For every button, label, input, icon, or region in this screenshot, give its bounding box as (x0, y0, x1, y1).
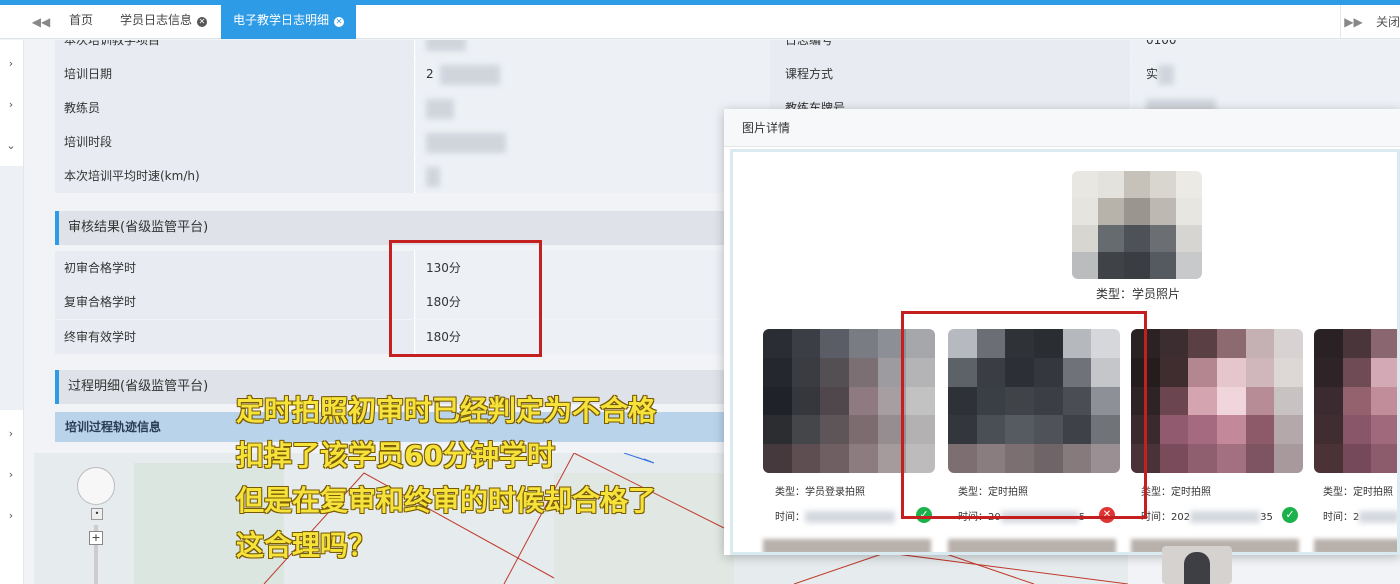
row-label: 日志编号 (770, 40, 1130, 57)
chevron-right-icon[interactable]: › (4, 468, 18, 482)
student-photo-label: 类型：学员照片 (1095, 287, 1180, 301)
tab-student-log[interactable]: 学员日志信息 ✕ (108, 5, 219, 39)
row-label: 初审合格学时 (55, 251, 415, 285)
capture-thumb-next-row (763, 539, 931, 552)
chevron-right-icon[interactable]: › (4, 98, 18, 112)
check-circle-icon: ✓ (1282, 507, 1298, 523)
capture-type: 类型：定时拍照 (1141, 487, 1211, 498)
tab-home[interactable]: 首页 (57, 5, 105, 39)
row-value (416, 159, 770, 193)
row-label: 培训日期 (55, 57, 415, 91)
tab-home-label: 首页 (69, 13, 94, 27)
highlight-box-timed-photo (901, 311, 1147, 519)
row-label: 教练员 (55, 91, 415, 125)
capture-time-suffix: 35 (1260, 512, 1273, 523)
annotation-line-1: 定时拍照初审时已经判定为不合格 (236, 394, 657, 427)
highlight-box-audit (389, 240, 542, 357)
pixelated-photo (1072, 171, 1202, 279)
annotation-line-3: 但是在复审和终审的时候却合格了 (236, 484, 657, 517)
row-label: 课程方式 (770, 57, 1130, 91)
value-text: 2 (426, 67, 434, 81)
annotation-line-2: 扣掉了该学员60分钟学时 (236, 439, 555, 472)
capture-time-text: 时间：202 (1141, 512, 1191, 523)
capture-time: 时间： (775, 508, 895, 523)
blurred-value (426, 98, 454, 119)
pixelated-photo (1131, 329, 1303, 473)
tab-scroll-left-icon[interactable]: ◀◀ (28, 5, 54, 39)
chevron-right-icon[interactable]: › (4, 509, 18, 523)
modal-title: 图片详情 (724, 109, 1400, 147)
blurred-value (426, 166, 440, 187)
student-photo[interactable] (1072, 171, 1202, 279)
row-label: 培训时段 (55, 125, 415, 159)
row-label: 本次培训教学项目 (55, 40, 415, 57)
capture-thumb[interactable] (1314, 329, 1397, 473)
tab-scroll-right-icon[interactable]: ▶▶ (1340, 5, 1366, 39)
chevron-down-icon[interactable]: ⌄ (4, 139, 18, 153)
capture-type: 类型：定时拍照 (1323, 487, 1393, 498)
row-label: 本次培训平均时速(km/h) (55, 159, 415, 193)
map-compass-control[interactable] (77, 467, 115, 505)
row-value (416, 91, 770, 125)
blurred-value (1190, 511, 1261, 523)
row-value (416, 125, 770, 159)
capture-thumb-next-row (948, 539, 1116, 552)
map-zoom-in-button[interactable]: + (89, 531, 103, 545)
sidebar: › › ⌄ › › › (0, 40, 24, 584)
blurred-value (805, 511, 895, 523)
capture-time-text: 时间： (775, 512, 805, 523)
tab-bar: ◀◀ 首页 学员日志信息 ✕ 电子教学日志明细 ✕ ▶▶ 关闭 (0, 5, 1400, 39)
close-circle-icon[interactable]: ✕ (334, 17, 345, 27)
chevron-right-icon[interactable]: › (4, 427, 18, 441)
table-row: 本次培训教学项目 日志编号 0100 (55, 40, 1400, 57)
capture-type: 类型：学员登录拍照 (775, 487, 865, 498)
tab-teaching-log-detail[interactable]: 电子教学日志明细 ✕ (221, 5, 357, 39)
close-circle-icon[interactable]: ✕ (197, 17, 208, 27)
pixelated-photo (1314, 329, 1397, 473)
capture-thumb-next-row (1314, 539, 1397, 552)
capture-time-text: 时间：2 (1323, 512, 1360, 523)
row-value (416, 40, 770, 57)
row-value: 2 (416, 57, 770, 91)
annotation-line-4: 这合理吗？ (236, 529, 377, 562)
blurred-value (426, 40, 466, 51)
blurred-value (1359, 511, 1397, 523)
value-text: 实 (1146, 67, 1159, 81)
map-locate-icon[interactable]: • (91, 508, 103, 520)
tab-active-label: 电子教学日志明细 (233, 13, 330, 27)
blurred-value (1158, 64, 1175, 85)
tab-student-log-label: 学员日志信息 (120, 13, 193, 27)
row-label: 终审有效学时 (55, 320, 415, 354)
chevron-right-icon[interactable]: › (4, 57, 18, 71)
capture-thumb[interactable] (1131, 329, 1303, 473)
blurred-value (439, 64, 500, 85)
row-value: 0100 (1131, 40, 1400, 57)
table-row: 培训日期 2 课程方式 实 (55, 57, 1400, 91)
capture-time: 时间：2 (1323, 508, 1397, 523)
close-all-tabs-button[interactable]: 关闭 (1376, 5, 1400, 39)
row-value: 实 (1131, 57, 1400, 91)
sidebar-submenu (0, 166, 23, 410)
blurred-value (426, 132, 506, 153)
person-photo (1162, 546, 1232, 584)
row-label: 复审合格学时 (55, 285, 415, 319)
capture-time: 时间：202 35 (1141, 508, 1273, 523)
